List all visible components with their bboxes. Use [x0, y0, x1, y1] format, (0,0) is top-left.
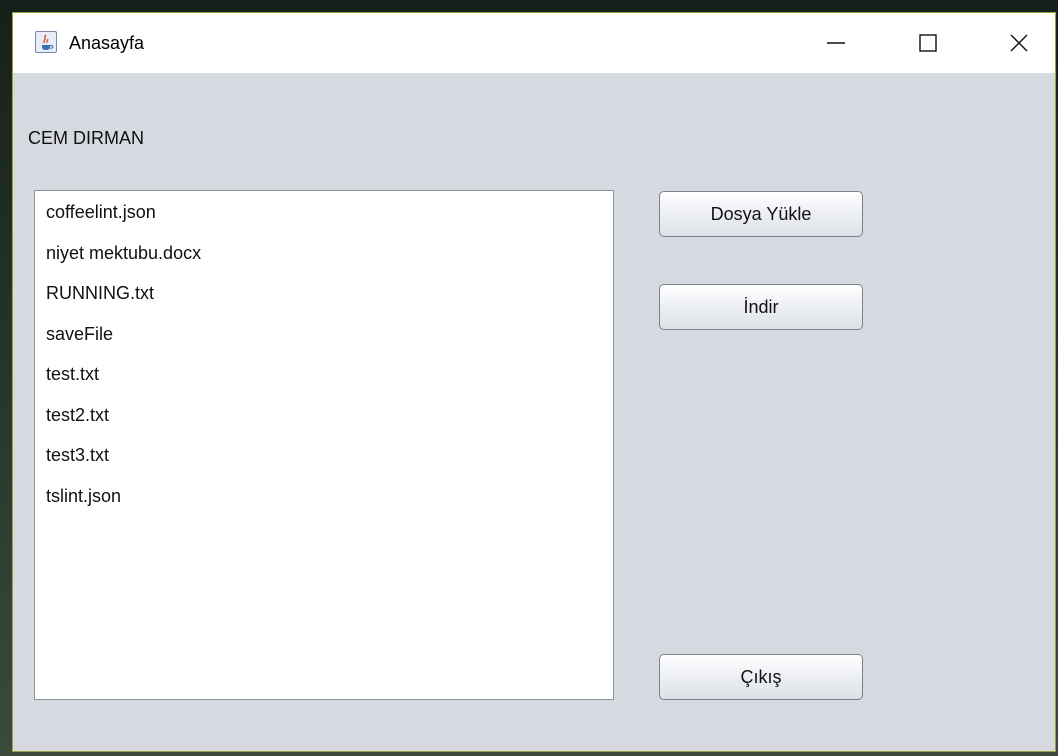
upload-file-button[interactable]: Dosya Yükle	[659, 191, 863, 237]
exit-button[interactable]: Çıkış	[659, 654, 863, 700]
list-item[interactable]: test.txt	[35, 361, 613, 402]
list-item[interactable]: tslint.json	[35, 483, 613, 524]
list-item[interactable]: saveFile	[35, 321, 613, 362]
close-button[interactable]	[996, 23, 1042, 63]
title-bar[interactable]: Anasayfa	[13, 13, 1055, 73]
window-title: Anasayfa	[69, 33, 145, 53]
list-item[interactable]: coffeelint.json	[35, 199, 613, 240]
close-icon	[1010, 34, 1028, 52]
list-item[interactable]: RUNNING.txt	[35, 280, 613, 321]
file-list[interactable]: coffeelint.json niyet mektubu.docx RUNNI…	[34, 190, 614, 700]
maximize-icon	[919, 34, 937, 52]
java-cup-icon	[35, 31, 57, 53]
minimize-button[interactable]	[813, 23, 859, 63]
main-window: Anasayfa CEM DIRMAN coffeelint.json niye…	[12, 12, 1056, 752]
list-item[interactable]: niyet mektubu.docx	[35, 240, 613, 281]
user-name-label: CEM DIRMAN	[28, 128, 144, 148]
download-button[interactable]: İndir	[659, 284, 863, 330]
list-item[interactable]: test2.txt	[35, 402, 613, 443]
maximize-button[interactable]	[905, 23, 951, 63]
minimize-icon	[827, 42, 845, 44]
list-item[interactable]: test3.txt	[35, 442, 613, 483]
